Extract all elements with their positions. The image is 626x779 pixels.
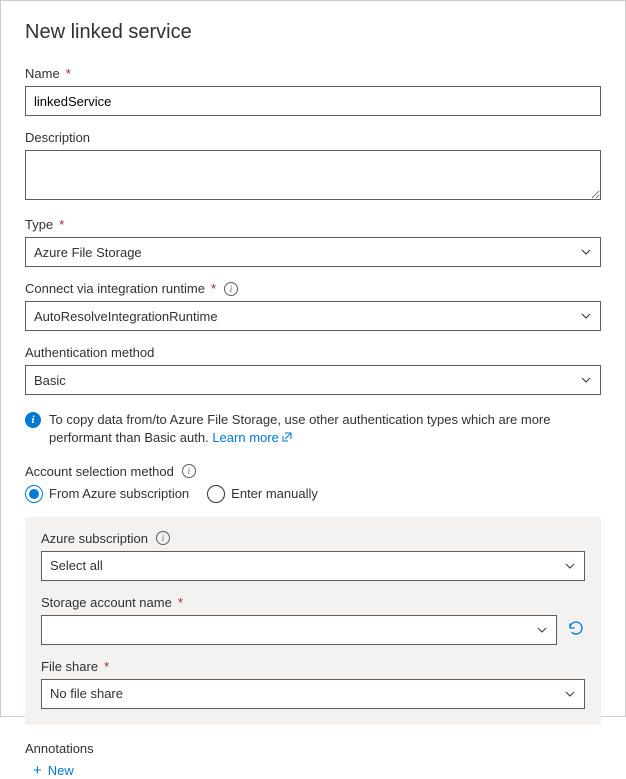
account-selection-radio-group: From Azure subscription Enter manually <box>25 485 601 503</box>
chevron-down-icon <box>580 310 592 322</box>
chevron-down-icon <box>536 624 548 636</box>
external-link-icon <box>281 430 293 448</box>
storage-account-label: Storage account name* <box>41 595 585 610</box>
radio-from-subscription[interactable]: From Azure subscription <box>25 485 189 503</box>
azure-subscription-field-group: Azure subscription i Select all <box>41 531 585 581</box>
name-label: Name* <box>25 66 601 81</box>
add-annotation-button[interactable]: + New <box>25 762 601 779</box>
radio-label: Enter manually <box>231 486 318 501</box>
radio-enter-manually[interactable]: Enter manually <box>207 485 318 503</box>
chevron-down-icon <box>580 374 592 386</box>
auth-method-select[interactable]: Basic <box>25 365 601 395</box>
required-asterisk: * <box>178 595 183 610</box>
add-new-label: New <box>48 763 74 778</box>
required-asterisk: * <box>59 217 64 232</box>
description-label: Description <box>25 130 601 145</box>
description-textarea[interactable] <box>25 150 601 200</box>
required-asterisk: * <box>104 659 109 674</box>
page-title: New linked service <box>25 21 601 44</box>
info-icon[interactable]: i <box>224 282 238 296</box>
type-label: Type* <box>25 217 601 232</box>
radio-label: From Azure subscription <box>49 486 189 501</box>
auth-method-field-group: Authentication method Basic <box>25 345 601 395</box>
radio-circle-unchecked <box>207 485 225 503</box>
file-share-field-group: File share* No file share <box>41 659 585 709</box>
info-banner: i To copy data from/to Azure File Storag… <box>25 409 601 450</box>
annotations-section: Annotations + New <box>25 741 601 779</box>
required-asterisk: * <box>66 66 71 81</box>
refresh-icon[interactable] <box>567 619 585 640</box>
connect-via-field-group: Connect via integration runtime* i AutoR… <box>25 281 601 331</box>
auth-method-label: Authentication method <box>25 345 601 360</box>
connect-via-select[interactable]: AutoResolveIntegrationRuntime <box>25 301 601 331</box>
azure-subscription-label: Azure subscription i <box>41 531 585 546</box>
type-select[interactable]: Azure File Storage <box>25 237 601 267</box>
account-selection-label: Account selection method i <box>25 464 601 479</box>
chevron-down-icon <box>564 560 576 572</box>
type-field-group: Type* Azure File Storage <box>25 217 601 267</box>
info-banner-text: To copy data from/to Azure File Storage,… <box>49 411 601 448</box>
annotations-label: Annotations <box>25 741 601 756</box>
plus-icon: + <box>33 762 42 779</box>
name-field-group: Name* <box>25 66 601 116</box>
file-share-label: File share* <box>41 659 585 674</box>
info-icon[interactable]: i <box>156 531 170 545</box>
azure-subscription-select[interactable]: Select all <box>41 551 585 581</box>
connect-via-label: Connect via integration runtime* i <box>25 281 601 296</box>
chevron-down-icon <box>564 688 576 700</box>
required-asterisk: * <box>211 281 216 296</box>
storage-account-field-group: Storage account name* <box>41 595 585 645</box>
name-input[interactable] <box>25 86 601 116</box>
description-field-group: Description <box>25 130 601 203</box>
info-icon[interactable]: i <box>182 464 196 478</box>
learn-more-link[interactable]: Learn more <box>212 430 292 445</box>
file-share-select[interactable]: No file share <box>41 679 585 709</box>
subscription-panel: Azure subscription i Select all Storage … <box>25 517 601 725</box>
radio-circle-checked <box>25 485 43 503</box>
chevron-down-icon <box>580 246 592 258</box>
storage-account-select[interactable] <box>41 615 557 645</box>
info-icon: i <box>25 412 41 428</box>
